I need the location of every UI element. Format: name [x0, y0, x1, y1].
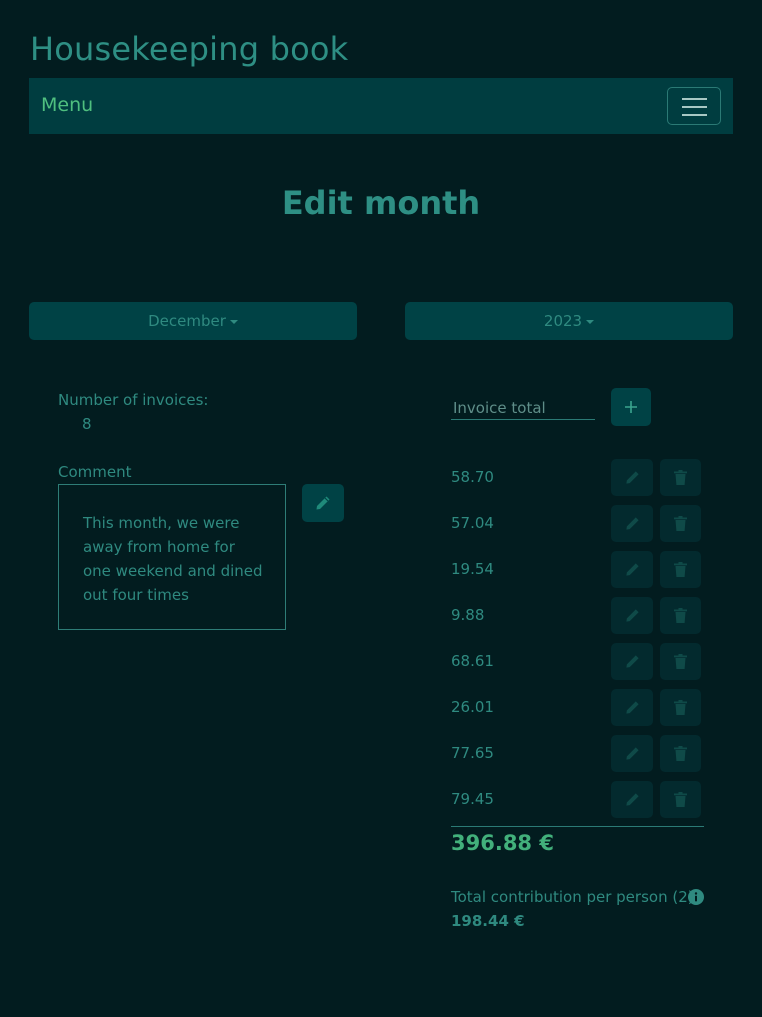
delete-invoice-button[interactable] [660, 551, 701, 588]
caret-down-icon [229, 319, 238, 324]
edit-invoice-button[interactable] [611, 459, 653, 496]
month-dropdown-value: December [148, 312, 226, 330]
delete-invoice-button[interactable] [660, 689, 701, 726]
edit-invoice-button[interactable] [611, 551, 653, 588]
invoice-count-value: 8 [82, 415, 92, 433]
edit-invoice-button[interactable] [611, 689, 653, 726]
hamburger-icon [682, 98, 707, 100]
invoice-amount: 9.88 [451, 606, 485, 624]
caret-down-icon [586, 319, 595, 324]
delete-invoice-button[interactable] [660, 505, 701, 542]
month-dropdown[interactable]: December [29, 302, 357, 340]
pencil-icon [625, 517, 639, 530]
info-icon[interactable] [688, 889, 704, 905]
comment-box: This month, we were away from home for o… [58, 484, 286, 630]
navbar: Menu [29, 78, 733, 134]
contribution-label: Total contribution per person (2) [451, 888, 694, 906]
edit-invoice-button[interactable] [611, 643, 653, 680]
hamburger-icon-line [682, 114, 707, 116]
invoice-total-input[interactable]: Invoice total [451, 396, 595, 420]
invoice-amount: 58.70 [451, 468, 494, 486]
delete-invoice-button[interactable] [660, 781, 701, 818]
invoice-amount: 68.61 [451, 652, 494, 670]
pencil-icon [625, 563, 639, 576]
add-invoice-button[interactable] [611, 388, 651, 426]
hamburger-icon-line [682, 106, 707, 108]
navbar-toggle-button[interactable] [667, 87, 721, 125]
year-dropdown[interactable]: 2023 [405, 302, 733, 340]
trash-icon [674, 746, 687, 761]
invoice-amount: 19.54 [451, 560, 494, 578]
delete-invoice-button[interactable] [660, 643, 701, 680]
trash-icon [674, 700, 687, 715]
edit-comment-button[interactable] [302, 484, 344, 522]
delete-invoice-button[interactable] [660, 735, 701, 772]
pencil-icon [625, 471, 639, 484]
app-title: Housekeeping book [30, 30, 349, 68]
invoice-total-sum: 396.88 € [451, 831, 554, 855]
total-divider [451, 826, 704, 827]
edit-invoice-button[interactable] [611, 505, 653, 542]
pencil-icon [625, 747, 639, 760]
pencil-icon [625, 655, 639, 668]
contribution-value: 198.44 € [451, 912, 525, 930]
invoice-amount: 26.01 [451, 698, 494, 716]
pencil-icon [625, 793, 639, 806]
invoice-amount: 57.04 [451, 514, 494, 532]
delete-invoice-button[interactable] [660, 597, 701, 634]
trash-icon [674, 470, 687, 485]
pencil-icon [316, 496, 330, 510]
comment-label: Comment [58, 463, 132, 481]
page-title: Edit month [281, 184, 481, 222]
invoice-amount: 79.45 [451, 790, 494, 808]
trash-icon [674, 608, 687, 623]
edit-invoice-button[interactable] [611, 735, 653, 772]
trash-icon [674, 792, 687, 807]
menu-label[interactable]: Menu [41, 94, 93, 116]
invoice-amount: 77.65 [451, 744, 494, 762]
delete-invoice-button[interactable] [660, 459, 701, 496]
year-dropdown-value: 2023 [543, 312, 583, 330]
invoice-count-label: Number of invoices: [58, 391, 209, 409]
plus-icon [625, 401, 637, 413]
edit-invoice-button[interactable] [611, 781, 653, 818]
trash-icon [674, 654, 687, 669]
pencil-icon [625, 701, 639, 714]
trash-icon [674, 516, 687, 531]
edit-invoice-button[interactable] [611, 597, 653, 634]
pencil-icon [625, 609, 639, 622]
trash-icon [674, 562, 687, 577]
